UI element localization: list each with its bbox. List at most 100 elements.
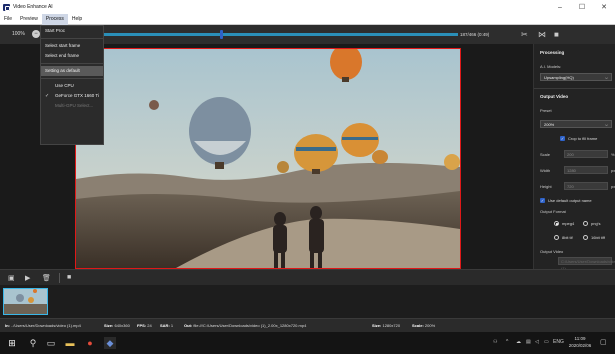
- radio-16bit-tiff[interactable]: [583, 235, 588, 240]
- chevron-up-icon[interactable]: ^: [506, 339, 508, 345]
- chevron-down-icon: ⌵: [604, 75, 608, 80]
- camera-icon[interactable]: ■: [554, 30, 559, 39]
- app-logo-icon: [3, 3, 10, 11]
- processing-header: Processing: [540, 50, 565, 55]
- notification-icon[interactable]: ▢: [600, 338, 607, 346]
- process-menu-dropdown: Start Proc Select start frame Select end…: [40, 25, 104, 145]
- frame-counter: 187/466 (0:49): [460, 32, 490, 37]
- set-start-icon[interactable]: ✂: [521, 30, 528, 39]
- output-video-path[interactable]: C:/Users/User/Downloads/video (1): [558, 257, 615, 271]
- language-indicator[interactable]: ENG: [553, 339, 564, 345]
- battery-icon[interactable]: ▭: [544, 339, 549, 345]
- status-in-label: In:: [5, 323, 10, 328]
- menu-item-multi-gpu: Multi-GPU Select...: [55, 103, 94, 108]
- timeline-handle[interactable]: [220, 30, 223, 39]
- crop-checkbox[interactable]: ✓: [560, 136, 565, 141]
- task-view-icon[interactable]: ▭: [45, 337, 57, 349]
- menu-divider: [41, 63, 103, 64]
- video-frame-image: [76, 49, 460, 268]
- volume-icon[interactable]: ◁: [535, 339, 539, 345]
- zoom-out-button[interactable]: −: [32, 30, 40, 38]
- taskbar: ⊞ ⚲ ▭ ▬ ● ◆ ⚇ ^ ☁ ▤ ◁ ▭ ENG 11:09 2020/0…: [0, 332, 615, 354]
- timeline-track[interactable]: [104, 33, 458, 36]
- ai-models-label: A.I. Models:: [540, 64, 562, 69]
- close-button[interactable]: ✕: [593, 3, 615, 11]
- clock-date: 2020/02/06: [568, 343, 592, 348]
- windows-start-icon[interactable]: ⊞: [6, 337, 18, 349]
- video-enhance-app-icon[interactable]: ◆: [104, 337, 116, 349]
- menu-preview[interactable]: Preview: [16, 14, 42, 25]
- status-sar-label: SAR:: [160, 323, 170, 328]
- output-video-header: Output Video: [540, 94, 569, 99]
- radio-pngs[interactable]: [583, 221, 588, 226]
- menu-file[interactable]: File: [0, 14, 16, 25]
- status-bar: In: ../Users/User/Downloads/video (1).mp…: [0, 318, 615, 332]
- set-end-icon[interactable]: ⋈: [538, 30, 546, 39]
- status-out-label: Out:: [184, 323, 193, 328]
- video-preview[interactable]: [75, 48, 461, 269]
- cloud-icon[interactable]: ☁: [516, 339, 521, 345]
- status-in-path: ../Users/User/Downloads/video (1).mp4: [11, 323, 81, 328]
- width-field[interactable]: 1280: [564, 166, 608, 174]
- radio-mpeg4-label: mpeg4: [562, 221, 575, 226]
- section-divider: [534, 88, 615, 89]
- status-fps: 24: [147, 323, 152, 328]
- menu-divider: [41, 38, 103, 39]
- crop-label: Crop to fill frame: [568, 136, 598, 141]
- default-name-label: Use default output name: [548, 198, 592, 203]
- status-size-label: Size:: [104, 323, 114, 328]
- toolbar-divider: [59, 273, 60, 283]
- preset-select[interactable]: 200% ⌵: [540, 120, 612, 128]
- radio-mpeg4[interactable]: [554, 221, 559, 226]
- status-sar: 1: [170, 323, 174, 328]
- window-title: Video Enhance AI: [13, 4, 53, 10]
- clock[interactable]: 11:09 2020/02/06: [565, 335, 595, 349]
- trash-icon[interactable]: 🗑: [42, 274, 51, 282]
- add-video-icon[interactable]: ▶: [25, 274, 30, 282]
- menu-process[interactable]: Process: [41, 13, 68, 25]
- scale-unit: %: [611, 152, 615, 157]
- network-icon[interactable]: ▤: [526, 339, 531, 345]
- minimize-button[interactable]: –: [549, 4, 571, 11]
- menu-item-setting-as-default[interactable]: Setting as default: [41, 66, 103, 76]
- zoom-level: 100%: [12, 31, 25, 37]
- default-name-checkbox[interactable]: ✓: [540, 198, 545, 203]
- height-unit: px: [611, 184, 615, 189]
- people-icon[interactable]: ⚇: [493, 339, 497, 345]
- video-camera-icon[interactable]: ■: [67, 274, 71, 281]
- chevron-down-icon: ⌵: [604, 122, 608, 127]
- status-out-size: 1280x720: [382, 323, 401, 328]
- width-label: Width: [540, 168, 551, 173]
- status-fps-label: FPS:: [137, 323, 147, 328]
- menu-divider: [41, 78, 103, 79]
- status-scale-label: Scale:: [412, 323, 424, 328]
- radio-8bit-tif[interactable]: [554, 235, 559, 240]
- menu-item-select-start-frame[interactable]: Select start frame: [41, 41, 103, 51]
- height-field[interactable]: 720: [564, 182, 608, 190]
- menu-bar: File Preview Process Help: [0, 13, 615, 25]
- radio-8bit-tif-label: 8bit tif: [562, 235, 573, 240]
- menu-item-use-cpu[interactable]: Use CPU: [41, 81, 103, 91]
- thumbnail-strip: [0, 285, 615, 318]
- menu-item-start-process[interactable]: Start Proc: [41, 26, 103, 36]
- menu-help[interactable]: Help: [68, 14, 86, 25]
- scale-label: Scale: [540, 152, 551, 157]
- status-out-size-label: Size:: [372, 323, 382, 328]
- output-format-label: Output Format: [540, 209, 566, 214]
- video-thumbnail[interactable]: [3, 288, 48, 315]
- radio-16bit-tiff-label: 16bit tiff: [591, 235, 605, 240]
- ai-model-select[interactable]: Upsampling(HQ) ⌵: [540, 73, 612, 81]
- width-unit: px: [611, 168, 615, 173]
- status-out-path: file:///C:/Users/User/Downloads/video (1…: [193, 323, 307, 328]
- menu-item-gpu[interactable]: GeForce GTX 1660 Ti: [41, 91, 103, 101]
- radio-pngs-label: png's: [591, 221, 601, 226]
- maximize-button[interactable]: ☐: [571, 3, 593, 11]
- file-explorer-icon[interactable]: ▬: [64, 337, 76, 349]
- add-image-icon[interactable]: ▣: [8, 274, 15, 282]
- scale-field[interactable]: 200: [564, 150, 608, 158]
- chrome-icon[interactable]: ●: [84, 337, 96, 349]
- status-scale: 200%: [424, 323, 436, 328]
- search-icon[interactable]: ⚲: [27, 337, 39, 349]
- menu-item-select-end-frame[interactable]: Select end frame: [41, 51, 103, 61]
- height-label: Height: [540, 184, 552, 189]
